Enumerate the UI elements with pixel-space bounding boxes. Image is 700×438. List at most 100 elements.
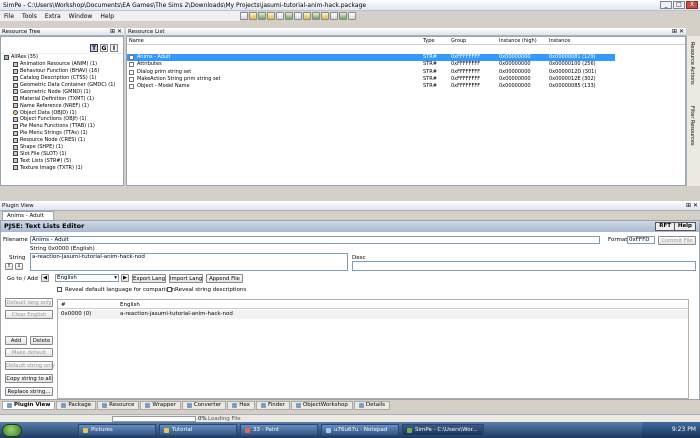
export-icon[interactable] [303, 12, 311, 20]
tree-item[interactable]: Catalog Description (CTSS) (1) [1, 75, 123, 82]
commit-file-button[interactable]: Commit File [658, 236, 696, 245]
make-default-button[interactable]: Make default [5, 348, 53, 357]
tab-filter-resources[interactable]: Filter Resources [689, 106, 695, 146]
tree-item[interactable]: Text Lists (STR#) (5) [1, 157, 123, 164]
start-button[interactable] [2, 423, 22, 437]
delete-button[interactable]: Delete [30, 336, 53, 345]
col-instance[interactable]: Instance [549, 37, 570, 45]
taskbar-item-tutorial[interactable]: Tutorial [159, 424, 237, 436]
menu-file[interactable]: File [4, 13, 14, 20]
close-button[interactable]: X [686, 1, 698, 9]
string-up-button[interactable]: ⇑ [5, 263, 13, 270]
language-select[interactable]: English ▾ [55, 274, 119, 282]
replace-string-button[interactable]: Replace string... [5, 387, 53, 396]
tree-item[interactable]: Resource Node (CRES) (1) [1, 137, 123, 144]
tree-item[interactable]: Shape (SHPE) (1) [1, 144, 123, 151]
taskbar-item-pictures[interactable]: Pictures [78, 424, 156, 436]
menu-window[interactable]: Window [69, 13, 93, 20]
prev-language-button[interactable]: ◀ [41, 274, 49, 282]
paste-icon[interactable] [321, 12, 329, 20]
append-file-button[interactable]: Append File [206, 274, 243, 283]
pane-pin-icon[interactable]: ⊞ ✕ [672, 28, 684, 36]
maximize-button[interactable]: □ [673, 1, 685, 9]
tree-item[interactable]: Pie Menu Strings (TTAs) (1) [1, 130, 123, 137]
next-language-button[interactable]: ▶ [121, 274, 129, 282]
delete-icon[interactable] [348, 12, 356, 20]
document-tab[interactable]: Anims - Adult [2, 211, 54, 220]
table-row[interactable]: Object - Model Name STR# 0xFFFFFFFF 0x00000… [127, 83, 615, 90]
grid-col-index[interactable]: # [61, 302, 66, 308]
menu-tools[interactable]: Tools [22, 13, 37, 20]
tree-root[interactable]: AllRes (35) [1, 54, 123, 61]
tree-item[interactable]: Slot File (SLOT) (1) [1, 150, 123, 157]
tab-hex[interactable]: Hex [227, 401, 255, 410]
toggle-type-button[interactable]: T [90, 44, 98, 52]
table-row[interactable]: Attributes STR# 0xFFFFFFFF 0x00000000 0x0000… [127, 61, 615, 68]
tab-plugin-view[interactable]: Plugin View [2, 401, 56, 410]
tab-finder[interactable]: Finder [255, 401, 290, 410]
col-name[interactable]: Name [129, 37, 144, 45]
tab-objectworkshop[interactable]: ObjectWorkshop [290, 401, 353, 410]
open-icon[interactable] [249, 12, 257, 20]
filename-field[interactable]: Anims - Adult [30, 236, 600, 244]
close-file-icon[interactable] [276, 12, 284, 20]
reveal-default-checkbox[interactable]: Reveal default language for comparison [57, 287, 175, 293]
format-field[interactable]: 0xFFFD [627, 236, 655, 244]
pane-pin-icon[interactable]: ⊞ ✕ [110, 28, 122, 36]
copy-string-to-all-button[interactable]: Copy string to all [5, 374, 53, 383]
col-group[interactable]: Group [451, 37, 466, 45]
import-lang-button[interactable]: Import Lang [169, 274, 203, 283]
refresh-icon[interactable] [285, 12, 293, 20]
filter-icon[interactable] [330, 12, 338, 20]
col-type[interactable]: Type [423, 37, 434, 45]
copy-icon[interactable] [312, 12, 320, 20]
toggle-group-button[interactable]: G [100, 44, 108, 52]
tab-resource-actions[interactable]: Resource Actions [689, 42, 695, 85]
tree-item[interactable]: Texture Image (TXTR) (1) [1, 164, 123, 171]
menu-extra[interactable]: Extra [45, 13, 61, 20]
table-row[interactable]: Anims - Adult STR# 0xFFFFFFFF 0x00000000 0x0… [127, 54, 615, 61]
tree-item[interactable]: Object Functions (OBJf) (1) [1, 116, 123, 123]
string-down-button[interactable]: ⇓ [15, 263, 23, 270]
toggle-instance-button[interactable]: I [110, 44, 118, 52]
tree-item[interactable]: Material Definition (TXMT) (1) [1, 95, 123, 102]
tree-item[interactable]: Behaviour Function (BHAV) (16) [1, 68, 123, 75]
table-row[interactable]: Dialog prim string set STR# 0xFFFFFFFF 0x00… [127, 69, 615, 76]
save-icon[interactable] [258, 12, 266, 20]
tab-details[interactable]: Details [353, 401, 390, 410]
tab-wrapper[interactable]: Wrapper [140, 401, 181, 410]
default-lang-only-button[interactable]: Default lang only [5, 298, 53, 307]
table-row[interactable]: MakeAction String prim string set STR# 0xF… [127, 76, 615, 83]
rft-button[interactable]: RFT [655, 222, 675, 231]
save-as-icon[interactable] [267, 12, 275, 20]
clear-english-button[interactable]: Clear English [5, 310, 53, 319]
tree-item[interactable]: Pie Menu Functions (TTAB) (1) [1, 123, 123, 130]
taskbar-item-paint[interactable]: 33 - Paint [240, 424, 318, 436]
menu-help[interactable]: Help [100, 13, 114, 20]
desc-field[interactable] [352, 261, 696, 271]
tree-item[interactable]: Geometric Data Container (GMDC) (1) [1, 82, 123, 89]
taskbar-item-simpe[interactable]: SimPe - C:\Users\Wor... [402, 424, 484, 436]
help-button[interactable]: Help [673, 222, 696, 231]
tab-resource[interactable]: Resource [97, 401, 140, 410]
col-instance-high[interactable]: Instance (high) [499, 37, 537, 45]
grid-col-english[interactable]: English [120, 302, 140, 308]
system-tray-clock[interactable]: 9:23 PM [642, 422, 700, 438]
tree-item[interactable]: Name Reference (NREF) (1) [1, 102, 123, 109]
tree-item[interactable]: Geometric Node (GMND) (1) [1, 88, 123, 95]
tab-package[interactable]: Package [56, 401, 97, 410]
pane-pin-icon[interactable]: ⊞ ✕ [686, 201, 698, 211]
reveal-desc-checkbox[interactable]: Reveal string descriptions [167, 287, 246, 293]
export-lang-button[interactable]: Export Lang [132, 274, 166, 283]
default-string-only-button[interactable]: Default string only [5, 361, 55, 370]
minimize-button[interactable]: _ [660, 1, 672, 9]
tools-icon[interactable] [339, 12, 347, 20]
add-button[interactable]: Add [5, 336, 27, 345]
tab-converter[interactable]: Converter [181, 401, 227, 410]
table-row[interactable]: 0x0000 (0) a-reaction-jasumi-tutorial-an… [58, 310, 688, 319]
tree-item[interactable]: Animation Resource (ANIM) (1) [1, 61, 123, 68]
new-icon[interactable] [240, 12, 248, 20]
taskbar-item-notepad[interactable]: u76u67u - Notepad [321, 424, 399, 436]
string-value-field[interactable]: a-reaction-jasumi-tutorial-anim-hack-nod [30, 253, 348, 271]
import-icon[interactable] [294, 12, 302, 20]
